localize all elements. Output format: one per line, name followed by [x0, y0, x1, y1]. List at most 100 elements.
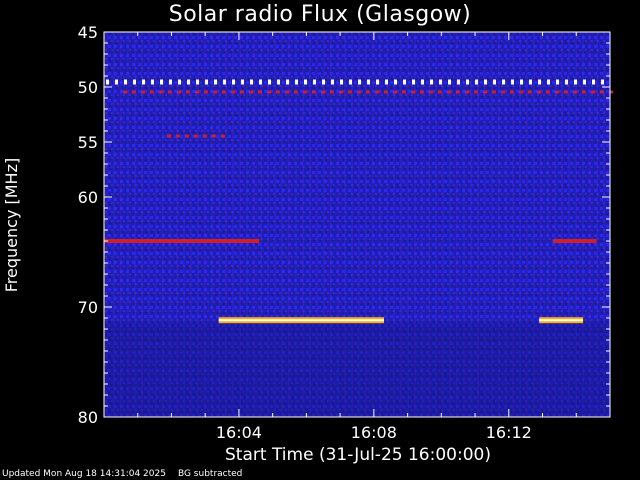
emission-dot — [203, 90, 208, 94]
emission-dot — [590, 90, 595, 94]
emission-dot — [448, 79, 451, 85]
emission-dot — [239, 90, 244, 94]
emission-dot — [158, 90, 163, 94]
emission-dot — [175, 134, 180, 138]
emission-dot — [466, 79, 469, 85]
emission-dot — [167, 90, 172, 94]
emission-dot — [211, 134, 216, 138]
emission-dot — [538, 79, 541, 85]
emission-dot — [529, 79, 532, 85]
emission-dot — [160, 79, 163, 85]
emission-dot — [232, 79, 235, 85]
spectrogram-background — [104, 32, 610, 417]
emission-band-core — [539, 319, 584, 322]
emission-dot — [131, 90, 136, 94]
y-tick-label: 70 — [78, 298, 98, 317]
emission-dot — [212, 90, 217, 94]
emission-dot — [511, 79, 514, 85]
emission-dot — [565, 79, 568, 85]
emission-dot — [394, 79, 397, 85]
emission-dot — [122, 90, 127, 94]
emission-dot — [484, 79, 487, 85]
emission-dot — [356, 90, 361, 94]
emission-dot — [554, 90, 559, 94]
emission-dot — [293, 90, 298, 94]
emission-dot — [268, 79, 271, 85]
emission-dot — [277, 79, 280, 85]
emission-dot — [106, 79, 109, 85]
emission-dot — [347, 90, 352, 94]
emission-dot — [374, 90, 379, 94]
emission-dot — [428, 90, 433, 94]
emission-dot — [437, 90, 442, 94]
emission-dot — [142, 79, 145, 85]
low-band-shade — [104, 323, 610, 417]
emission-dot — [599, 90, 604, 94]
emission-dot — [250, 79, 253, 85]
emission-dot — [493, 79, 496, 85]
emission-dot — [491, 90, 496, 94]
emission-dot — [257, 90, 262, 94]
x-tick-label: 16:08 — [351, 423, 397, 442]
emission-dot — [572, 90, 577, 94]
emission-dot — [421, 79, 424, 85]
emission-dot — [115, 79, 118, 85]
emission-dot — [464, 90, 469, 94]
emission-dot — [430, 79, 433, 85]
emission-dot — [223, 79, 226, 85]
emission-dot — [482, 90, 487, 94]
emission-dot — [275, 90, 280, 94]
emission-dot — [149, 90, 154, 94]
x-tick-label: 16:12 — [486, 423, 532, 442]
emission-dot — [166, 134, 171, 138]
emission-dot — [518, 90, 523, 94]
emission-dot — [358, 79, 361, 85]
emission-dot — [193, 134, 198, 138]
emission-dot — [220, 134, 225, 138]
emission-dot — [169, 79, 172, 85]
y-tick-label: 60 — [78, 188, 98, 207]
emission-dot — [133, 79, 136, 85]
emission-band — [104, 239, 260, 243]
emission-dot — [500, 90, 505, 94]
emission-dot — [367, 79, 370, 85]
emission-dot — [583, 79, 586, 85]
emission-dot — [563, 90, 568, 94]
emission-dot — [446, 90, 451, 94]
y-tick-label: 80 — [78, 408, 98, 427]
emission-dot — [385, 79, 388, 85]
emission-dot — [187, 79, 190, 85]
emission-dot — [556, 79, 559, 85]
emission-dot — [205, 79, 208, 85]
emission-dot — [338, 90, 343, 94]
emission-dot — [536, 90, 541, 94]
emission-dot — [196, 79, 199, 85]
emission-dot — [520, 79, 523, 85]
emission-dot — [419, 90, 424, 94]
emission-dot — [574, 79, 577, 85]
emission-dot — [547, 79, 550, 85]
emission-dot — [302, 90, 307, 94]
emission-band-core — [218, 319, 384, 322]
emission-dot — [340, 79, 343, 85]
emission-dot — [608, 90, 613, 94]
emission-dot — [214, 79, 217, 85]
emission-dot — [320, 90, 325, 94]
emission-dot — [259, 79, 262, 85]
emission-dot — [509, 90, 514, 94]
emission-dot — [403, 79, 406, 85]
emission-dot — [475, 79, 478, 85]
emission-dot — [392, 90, 397, 94]
y-tick-label: 55 — [78, 133, 98, 152]
emission-dot — [266, 90, 271, 94]
emission-dot — [401, 90, 406, 94]
emission-dot — [194, 90, 199, 94]
emission-dot — [455, 90, 460, 94]
x-tick-label: 16:04 — [216, 423, 262, 442]
emission-dot — [410, 90, 415, 94]
y-tick-label: 45 — [78, 23, 98, 42]
emission-dot — [124, 79, 127, 85]
emission-dot — [221, 90, 226, 94]
emission-dot — [241, 79, 244, 85]
emission-dot — [349, 79, 352, 85]
